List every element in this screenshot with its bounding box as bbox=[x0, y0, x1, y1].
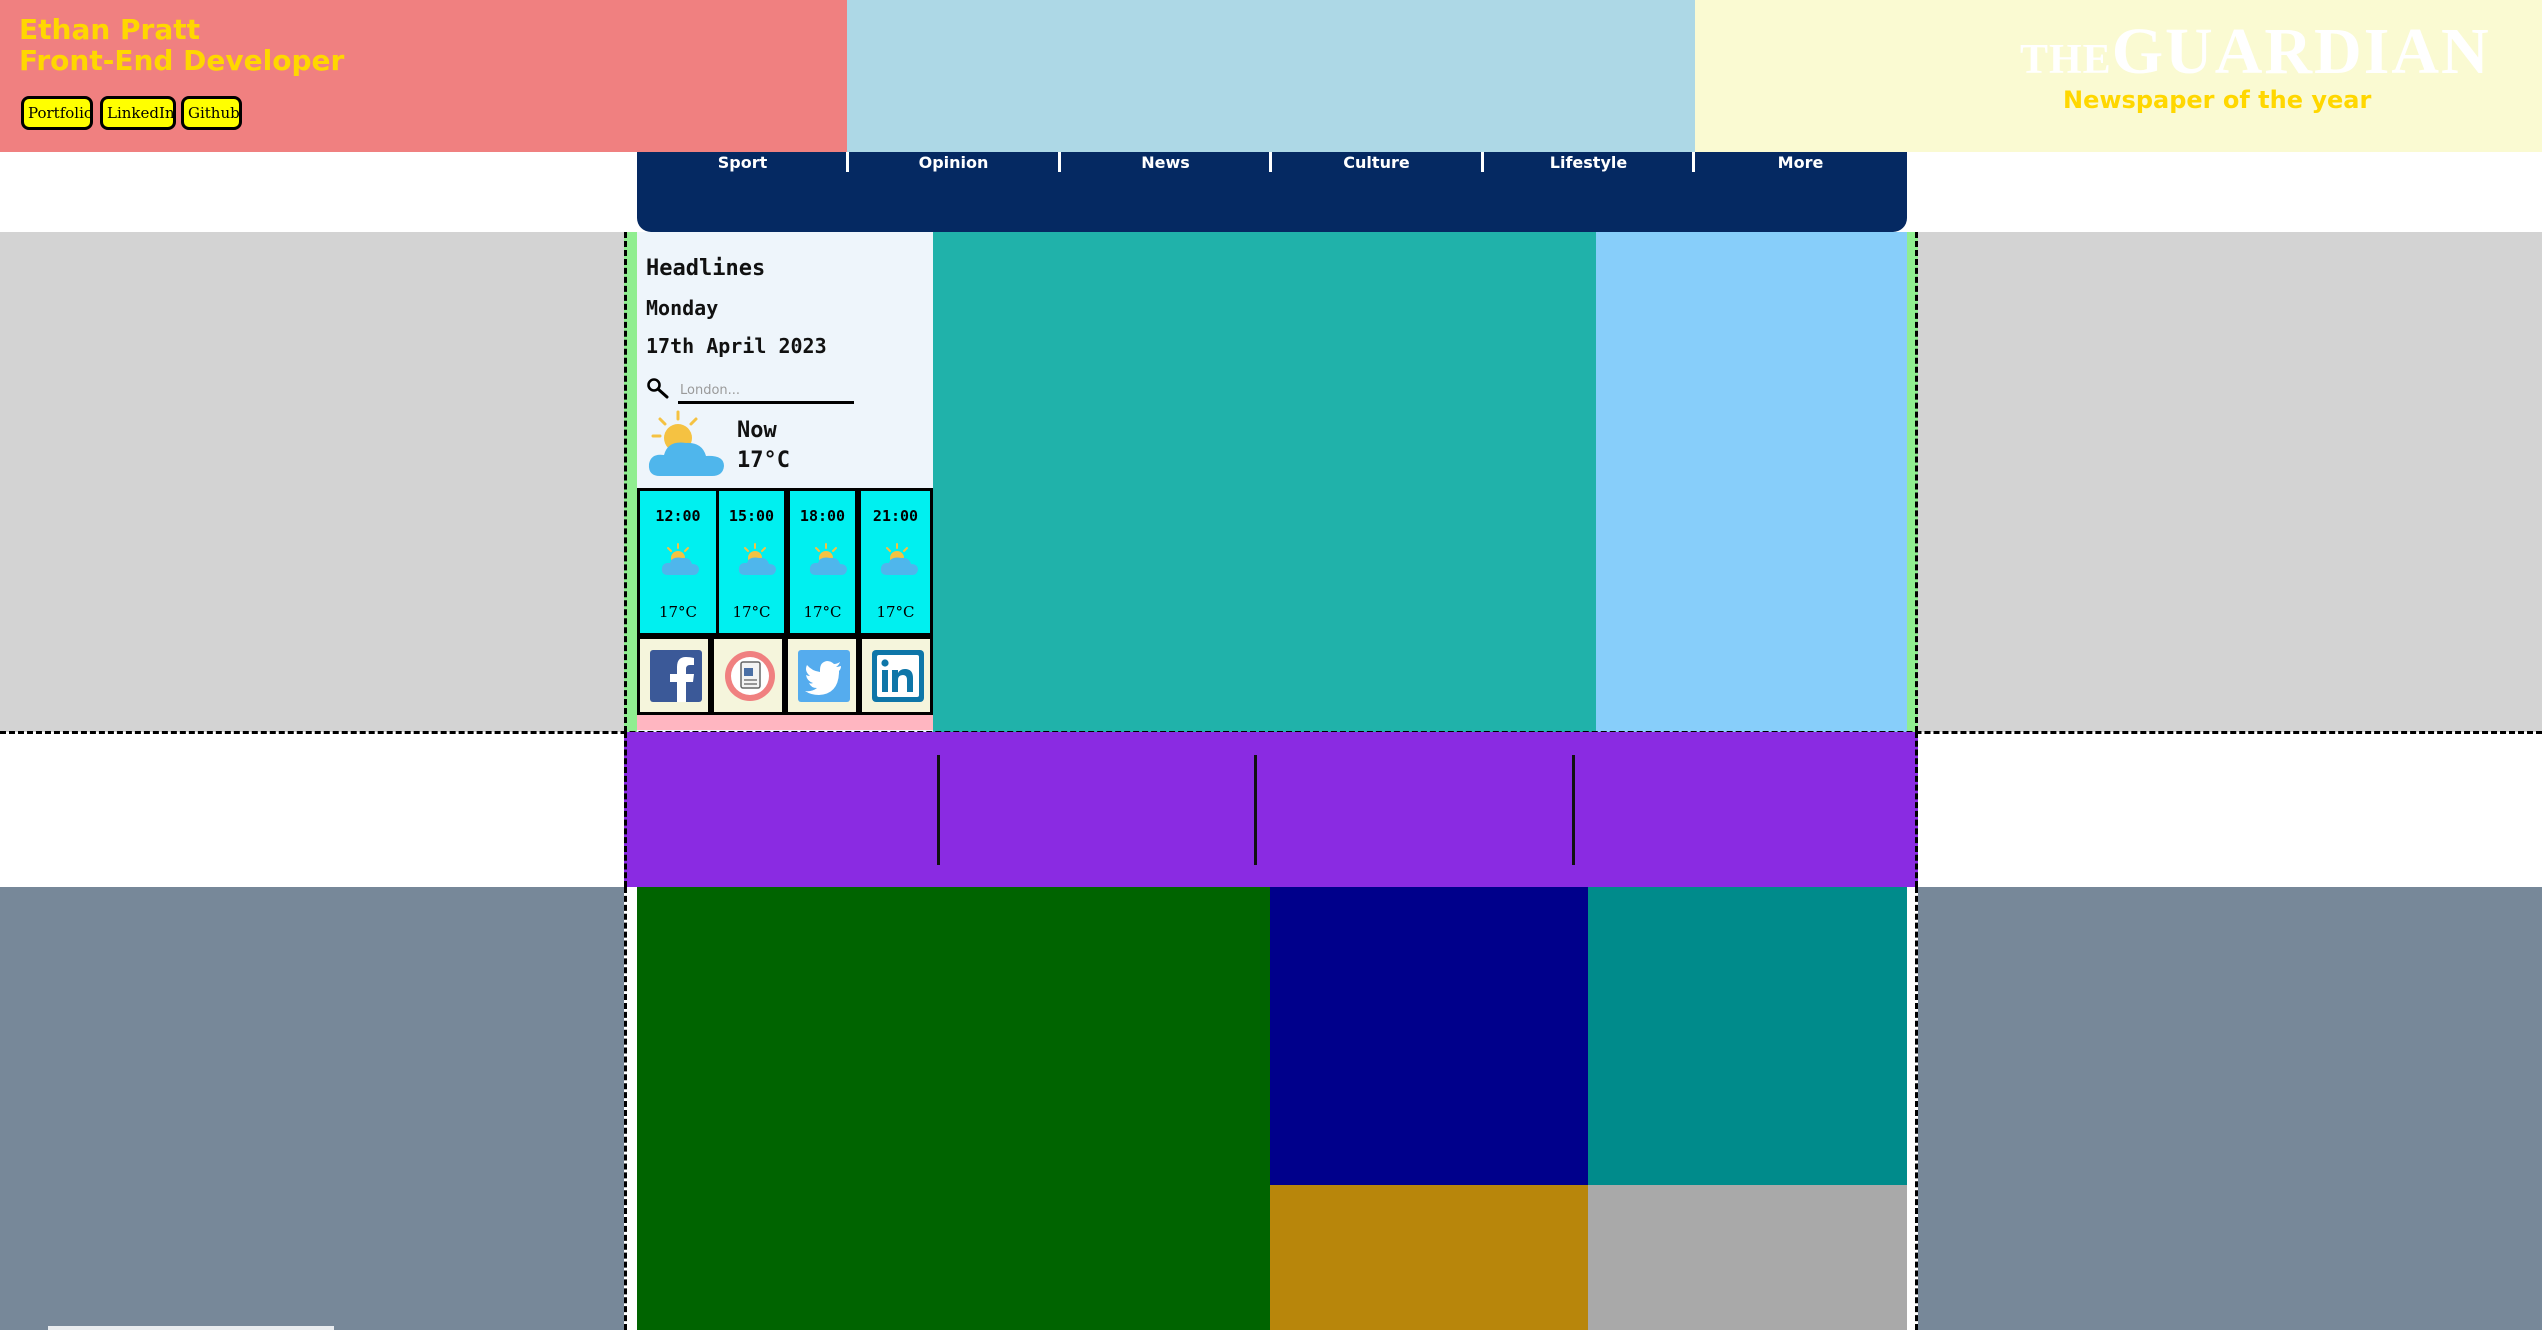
headlines-heading: Headlines bbox=[646, 256, 766, 281]
twitter-link[interactable] bbox=[785, 636, 859, 715]
facebook-icon bbox=[650, 650, 702, 702]
linkedin-icon bbox=[872, 650, 924, 702]
nav-culture[interactable]: Culture bbox=[1271, 152, 1482, 174]
strip-divider bbox=[937, 755, 940, 865]
right-gutter-bottom bbox=[1918, 887, 2542, 1330]
sun-cloud-icon bbox=[646, 410, 730, 480]
forecast-time: 18:00 bbox=[799, 507, 846, 525]
right-gutter-top bbox=[1918, 232, 2542, 732]
facebook-link[interactable] bbox=[637, 636, 711, 715]
story-block-grey bbox=[1588, 1185, 1907, 1330]
profile-header: Ethan Pratt Front-End Developer Portfoli… bbox=[0, 0, 847, 152]
forecast-cell: 15:00 17°C bbox=[716, 488, 787, 636]
linkedin-button[interactable]: LinkedIn bbox=[100, 96, 176, 130]
search-icon[interactable] bbox=[646, 377, 670, 401]
guardian-logo[interactable]: THEGUARDIAN bbox=[2020, 14, 2542, 90]
nav-opinion[interactable]: Opinion bbox=[848, 152, 1059, 174]
forecast-time: 12:00 bbox=[655, 507, 701, 525]
forecast-time: 15:00 bbox=[728, 507, 775, 525]
news-app-link[interactable] bbox=[711, 636, 785, 715]
portfolio-button[interactable]: Portfolio bbox=[21, 96, 93, 130]
forecast-temp: 17°C bbox=[658, 603, 698, 621]
weather-panel-footer bbox=[637, 715, 933, 730]
news-app-icon bbox=[725, 651, 775, 701]
now-temperature: 17°C bbox=[737, 448, 790, 473]
linkedin-link[interactable] bbox=[859, 636, 933, 715]
main-story-block bbox=[933, 232, 1596, 732]
location-search-input[interactable] bbox=[678, 380, 854, 404]
now-label: Now bbox=[737, 418, 777, 443]
forecast-temp: 17°C bbox=[803, 603, 842, 621]
side-story-block bbox=[1596, 232, 1907, 732]
main-nav: Sport Opinion News Culture Lifestyle Mor… bbox=[637, 152, 1907, 232]
brand-header: THEGUARDIAN Newspaper of the year bbox=[1695, 0, 2542, 152]
logo-guardian: GUARDIAN bbox=[2111, 15, 2491, 88]
forecast-cell: 12:00 17°C bbox=[637, 488, 719, 636]
strip-divider bbox=[1572, 755, 1575, 865]
strip-divider bbox=[1254, 755, 1257, 865]
twitter-icon bbox=[798, 650, 850, 702]
left-gutter-top bbox=[0, 232, 624, 732]
nav-more[interactable]: More bbox=[1694, 152, 1907, 174]
story-block-navy bbox=[1270, 887, 1588, 1185]
story-block-cyan bbox=[1588, 887, 1907, 1185]
logo-the: THE bbox=[2020, 37, 2112, 83]
sun-cloud-icon bbox=[661, 543, 699, 575]
profile-name: Ethan Pratt bbox=[19, 13, 201, 46]
weather-day: Monday bbox=[646, 296, 719, 320]
sun-cloud-icon bbox=[809, 543, 847, 575]
story-block-gold bbox=[1270, 1185, 1588, 1330]
header-banner bbox=[847, 0, 1695, 152]
forecast-cell: 21:00 17°C bbox=[858, 488, 933, 636]
horizontal-scrollbar[interactable] bbox=[48, 1326, 334, 1330]
forecast-temp: 17°C bbox=[732, 603, 771, 621]
sun-cloud-icon bbox=[880, 543, 918, 575]
forecast-cell: 18:00 17°C bbox=[787, 488, 858, 636]
sun-cloud-icon bbox=[738, 543, 776, 575]
profile-role: Front-End Developer bbox=[19, 44, 345, 77]
nav-lifestyle[interactable]: Lifestyle bbox=[1483, 152, 1694, 174]
nav-sport[interactable]: Sport bbox=[637, 152, 848, 174]
forecast-time: 21:00 bbox=[872, 507, 919, 525]
github-button[interactable]: Github bbox=[181, 96, 242, 130]
feature-block bbox=[637, 887, 1270, 1330]
left-gutter-bottom bbox=[0, 887, 624, 1330]
weather-date: 17th April 2023 bbox=[646, 334, 827, 358]
nav-news[interactable]: News bbox=[1060, 152, 1271, 174]
category-strip bbox=[624, 732, 1918, 887]
forecast-temp: 17°C bbox=[876, 603, 915, 621]
brand-tagline: Newspaper of the year bbox=[2063, 86, 2372, 114]
